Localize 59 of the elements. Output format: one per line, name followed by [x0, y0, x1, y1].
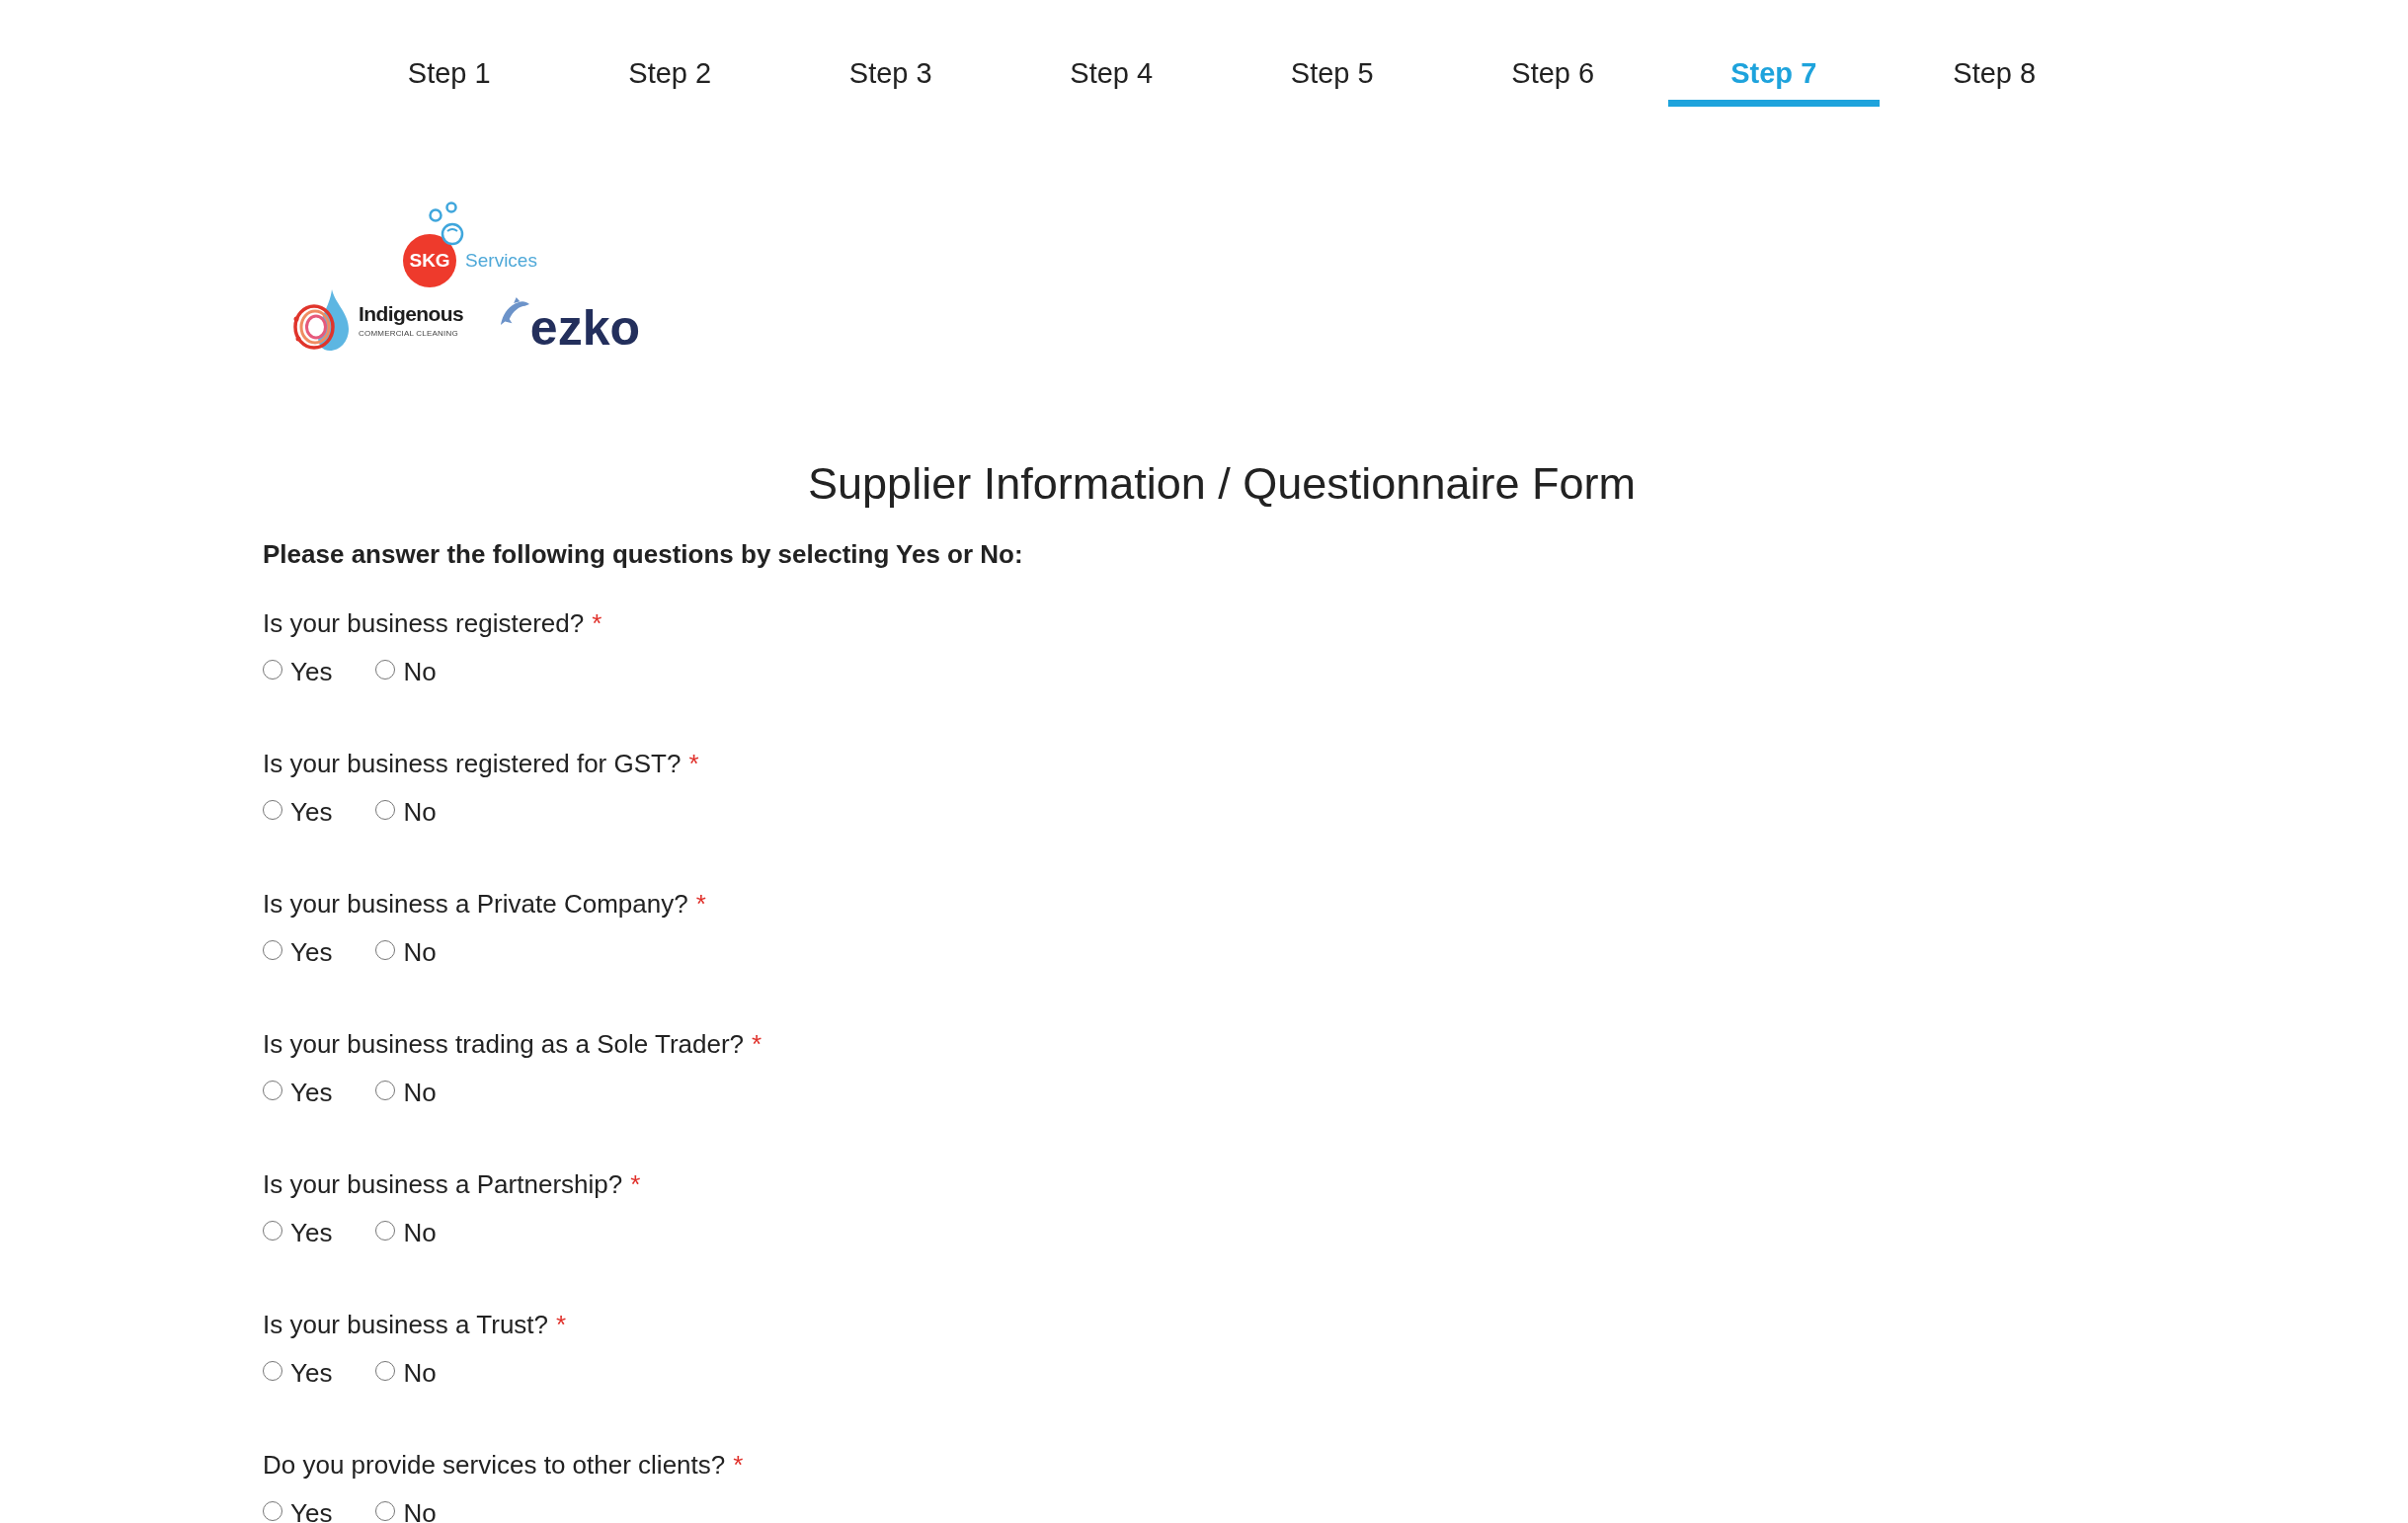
- required-mark: *: [752, 1028, 763, 1061]
- logo-wordmark: Services: [465, 250, 537, 272]
- radio-button[interactable]: [375, 940, 396, 960]
- question-label: Is your business a Private Company?: [263, 888, 688, 921]
- option-label[interactable]: Yes: [290, 1355, 333, 1391]
- logo-wordmark: Indigenous: [359, 301, 463, 326]
- option-label[interactable]: Yes: [290, 794, 333, 830]
- logo-wordmark: ezko: [529, 306, 640, 350]
- option-label[interactable]: Yes: [290, 654, 333, 689]
- step-tab[interactable]: Step 8: [1888, 0, 2101, 107]
- option-label[interactable]: No: [403, 1355, 437, 1391]
- option-label[interactable]: No: [403, 1075, 437, 1110]
- radio-button[interactable]: [375, 1221, 396, 1241]
- step-tab[interactable]: Step 6: [1447, 0, 1659, 107]
- option-label[interactable]: Yes: [290, 1215, 333, 1250]
- bubbles-icon: [429, 200, 465, 246]
- step-tab[interactable]: Step 2: [564, 0, 776, 107]
- option-label[interactable]: Yes: [290, 934, 333, 970]
- radio-button[interactable]: [263, 660, 282, 680]
- question-label: Do you provide services to other clients?: [263, 1449, 726, 1482]
- dolphin-icon: [498, 296, 530, 326]
- radio-button[interactable]: [375, 660, 396, 680]
- ring-and-drop-icon: [292, 289, 349, 351]
- option-label[interactable]: Yes: [290, 1075, 333, 1110]
- step-tab[interactable]: Step 5: [1226, 0, 1438, 107]
- option-label[interactable]: No: [403, 1215, 437, 1250]
- radio-button[interactable]: [263, 1361, 282, 1381]
- step-tab[interactable]: Step 1: [343, 0, 555, 107]
- radio-button[interactable]: [263, 1081, 282, 1100]
- step-tab[interactable]: Step 3: [784, 0, 997, 107]
- required-mark: *: [688, 748, 699, 780]
- question-label: Is your business a Trust?: [263, 1309, 549, 1341]
- radio-button[interactable]: [375, 1081, 396, 1100]
- question-label: Is your business a Partnership?: [263, 1168, 623, 1201]
- radio-button[interactable]: [263, 1501, 282, 1521]
- radio-button[interactable]: [375, 800, 396, 820]
- option-label[interactable]: No: [403, 1495, 437, 1523]
- option-label[interactable]: Yes: [290, 1495, 333, 1523]
- form-instruction: Please answer the following questions by selecting Yes or No:: [263, 538, 1024, 571]
- required-mark: *: [556, 1309, 567, 1341]
- radio-button[interactable]: [263, 940, 282, 960]
- radio-button[interactable]: [263, 1221, 282, 1241]
- radio-button[interactable]: [375, 1501, 396, 1521]
- question-label: Is your business trading as a Sole Trader?: [263, 1028, 745, 1061]
- logo-tagline: COMMERCIAL CLEANING: [359, 328, 459, 339]
- step-tab[interactable]: Step 4: [1005, 0, 1218, 107]
- logo-badge: SKG: [403, 234, 457, 287]
- question-label: Is your business registered for GST?: [263, 748, 682, 780]
- radio-button[interactable]: [375, 1361, 396, 1381]
- required-mark: *: [630, 1168, 641, 1201]
- option-label[interactable]: No: [403, 794, 437, 830]
- radio-button[interactable]: [263, 800, 282, 820]
- required-mark: *: [592, 607, 602, 640]
- question-label: Is your business registered?: [263, 607, 585, 640]
- required-mark: *: [733, 1449, 744, 1482]
- required-mark: *: [695, 888, 706, 921]
- option-label[interactable]: No: [403, 654, 437, 689]
- option-label[interactable]: No: [403, 934, 437, 970]
- form-title: Supplier Information / Questionnaire Form: [807, 457, 1637, 511]
